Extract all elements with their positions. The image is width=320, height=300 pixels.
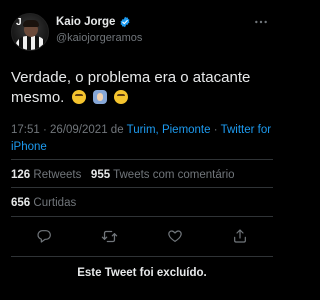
shrugging-person-emoji [92,90,107,104]
tweet-location-link[interactable]: Turim, Piemonte [127,124,211,136]
tweet-header: J Kaio Jorge @kaiojorgeramos [11,12,273,52]
retweet-icon [101,230,117,242]
avatar-shirt [15,36,47,50]
reply-button[interactable] [34,226,54,246]
tweet-actions-bar [11,226,273,246]
likes-count: 656 [11,197,31,209]
like-button[interactable] [165,226,185,246]
quotes-stat[interactable]: 955 Tweets com comentário [91,169,235,181]
heart-icon [167,230,182,242]
ellipsis-icon [255,20,267,24]
divider [11,187,273,188]
author-names[interactable]: Kaio Jorge @kaiojorgeramos [56,15,142,45]
rolling-on-floor-laughing-emoji [71,90,86,104]
tweet-body: Verdade, o problema era o atacante mesmo… [11,69,251,106]
retweets-label: Retweets [33,169,82,181]
location-prefix: de [110,124,124,136]
avatar-hair [23,20,39,27]
display-name-text: Kaio Jorge [56,16,116,28]
retweet-quote-stats: 126 Retweets 955 Tweets com comentário [11,168,235,182]
meta-separator: · [42,124,47,136]
divider [11,159,273,160]
share-icon [234,229,247,243]
retweets-stat[interactable]: 126 Retweets [11,169,85,181]
more-options-icon[interactable] [251,12,271,32]
retweets-count: 126 [11,169,31,181]
tweet-metadata: 17:51 · 26/09/2021 de Turim, Piemonte · … [11,122,277,156]
reply-icon [37,230,51,243]
club-logo-icon: J [16,17,22,28]
divider [11,216,273,217]
avatar[interactable]: J [11,13,49,51]
tweet-date[interactable]: 26/09/2021 [50,124,108,136]
zipper-mouth-face-emoji [113,90,128,104]
quotes-label: Tweets com comentário [113,169,235,181]
tweet-text: Verdade, o problema era o atacante mesmo… [11,68,275,108]
tweet-time[interactable]: 17:51 [11,124,40,136]
likes-stat[interactable]: 656 Curtidas [11,196,76,210]
retweet-button[interactable] [99,226,119,246]
deleted-tweet-notice: Este Tweet foi excluído. [77,267,207,279]
share-button[interactable] [230,226,250,246]
verified-badge-icon [120,16,130,28]
author-handle[interactable]: @kaiojorgeramos [56,31,142,45]
quotes-count: 955 [90,169,111,181]
likes-label: Curtidas [33,197,77,209]
meta-separator-2: · [213,124,218,136]
divider [11,256,273,257]
author-display-name[interactable]: Kaio Jorge [56,15,142,29]
